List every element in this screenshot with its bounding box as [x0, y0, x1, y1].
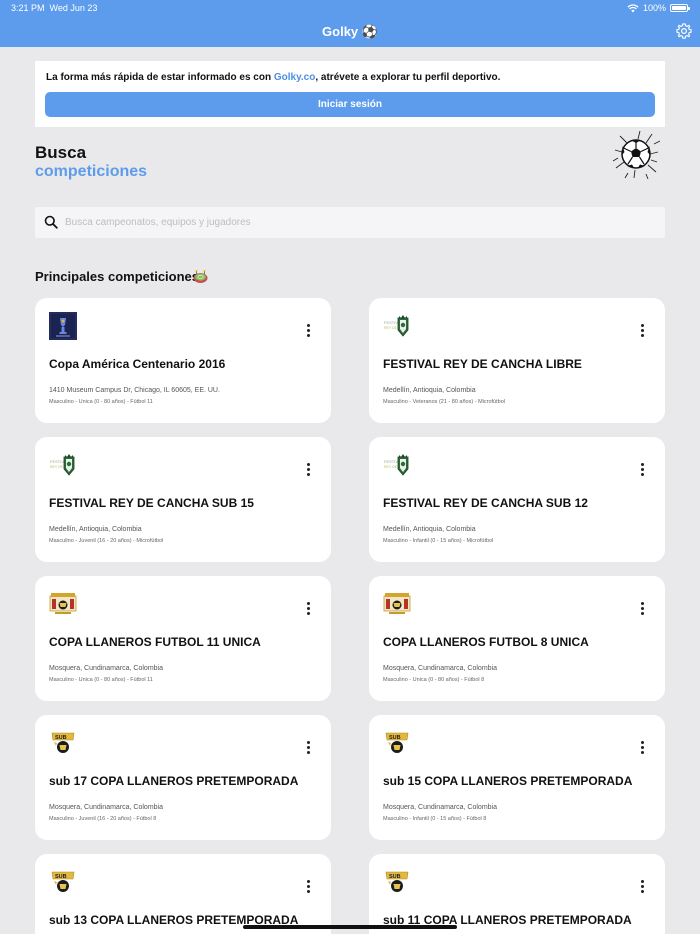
competition-title: Copa América Centenario 2016	[49, 357, 226, 371]
llaneros-sub-logo: SUB	[49, 729, 77, 757]
login-text-suffix: , atrévete a explorar tu perfil deportiv…	[315, 72, 501, 83]
competition-card[interactable]: FESTIVAL REY DE FESTIVAL REY DE CANCHA LIB…	[369, 298, 665, 423]
competition-title: FESTIVAL REY DE CANCHA LIBRE	[383, 357, 582, 371]
status-time: 3:21 PM Wed Jun 23	[11, 3, 97, 13]
app-title: Golky ⚽	[322, 24, 378, 39]
competition-card[interactable]: SUB sub 17 COPA LLANEROS PRETEMPORADA Mosq…	[35, 715, 331, 840]
competition-card[interactable]: COPA LLANEROS FUTBOL 8 UNICA Mosquera, Cu…	[369, 576, 665, 701]
battery-icon	[670, 4, 690, 12]
copa-america-logo	[49, 312, 77, 340]
svg-text:REY DE: REY DE	[384, 465, 398, 469]
more-options-icon[interactable]	[307, 741, 311, 755]
svg-text:SUB: SUB	[389, 735, 401, 741]
hero-title: Busca	[35, 143, 87, 162]
competition-category: Masculino - Unica (0 - 80 años) - Fútbol…	[49, 399, 153, 405]
competition-location: Medellín, Antioquia, Colombia	[383, 526, 476, 533]
more-options-icon[interactable]	[307, 463, 311, 477]
competition-title: FESTIVAL REY DE CANCHA SUB 12	[383, 496, 588, 510]
competition-category: Masculino - Juvenil (16 - 20 años) - Mic…	[49, 538, 164, 544]
more-options-icon[interactable]	[641, 463, 645, 477]
competition-location: 1410 Museum Campus Dr, Chicago, IL 60605…	[49, 387, 220, 394]
more-options-icon[interactable]	[307, 324, 311, 338]
competition-card[interactable]: SUB sub 11 COPA LLANEROS PRETEMPORADA	[369, 854, 665, 934]
competition-title: COPA LLANEROS FUTBOL 11 UNICA	[49, 635, 261, 649]
competition-card[interactable]: COPA LLANEROS FUTBOL 11 UNICA Mosquera, C…	[35, 576, 331, 701]
login-button[interactable]: Iniciar sesión	[45, 92, 655, 117]
home-indicator[interactable]	[243, 925, 457, 929]
search-input[interactable]	[65, 207, 655, 238]
search-bar	[35, 207, 665, 238]
section-title: Principales competiciones	[35, 269, 200, 284]
competition-location: Mosquera, Cundinamarca, Colombia	[383, 804, 497, 811]
status-date-text: Wed Jun 23	[49, 3, 98, 13]
competition-title: COPA LLANEROS FUTBOL 8 UNICA	[383, 635, 589, 649]
competition-category: Masculino - Unica (0 - 80 años) - Fútbol…	[383, 677, 485, 683]
competition-category: Masculino - Juvenil (16 - 20 años) - Fút…	[49, 816, 157, 822]
svg-text:REY DE: REY DE	[384, 326, 398, 330]
rey-de-cancha-logo: FESTIVAL REY DE	[383, 312, 411, 340]
rey-de-cancha-logo: FESTIVAL REY DE	[49, 451, 77, 479]
llaneros-sub-logo: SUB	[383, 868, 411, 896]
svg-text:REY DE: REY DE	[50, 465, 64, 469]
more-options-icon[interactable]	[641, 880, 645, 894]
competition-location: Mosquera, Cundinamarca, Colombia	[49, 665, 163, 672]
competition-title: FESTIVAL REY DE CANCHA SUB 15	[49, 496, 254, 510]
svg-text:SUB: SUB	[389, 874, 401, 880]
competition-category: Masculino - Unica (0 - 80 años) - Fútbol…	[49, 677, 153, 683]
competition-card[interactable]: FESTIVAL REY DE FESTIVAL REY DE CANCHA SUB…	[369, 437, 665, 562]
login-message: La forma más rápida de estar informado e…	[46, 72, 500, 83]
competition-card[interactable]: SUB sub 13 COPA LLANEROS PRETEMPORADA	[35, 854, 331, 934]
competition-card[interactable]: FESTIVAL REY DE FESTIVAL REY DE CANCHA SUB…	[35, 437, 331, 562]
hero-subtitle: competiciones	[35, 163, 148, 180]
rey-de-cancha-logo: FESTIVAL REY DE	[383, 451, 411, 479]
competition-location: Medellín, Antioquia, Colombia	[383, 387, 476, 394]
competition-category: Masculino - Veteranos (21 - 80 años) - M…	[383, 399, 505, 405]
llaneros-logo	[383, 590, 411, 618]
svg-text:SUB: SUB	[55, 735, 67, 741]
brand-link[interactable]: Golky.co	[274, 72, 316, 83]
llaneros-logo	[49, 590, 77, 618]
llaneros-sub-logo: SUB	[49, 868, 77, 896]
stadium-icon	[193, 270, 208, 283]
more-options-icon[interactable]	[641, 602, 645, 616]
competition-card[interactable]: SUB sub 15 COPA LLANEROS PRETEMPORADA Mosq…	[369, 715, 665, 840]
search-icon	[44, 215, 58, 229]
wifi-icon	[627, 3, 639, 12]
competition-category: Masculino - Infantil (0 - 15 años) - Fút…	[383, 816, 487, 822]
competition-location: Mosquera, Cundinamarca, Colombia	[383, 665, 497, 672]
more-options-icon[interactable]	[641, 741, 645, 755]
login-banner: La forma más rápida de estar informado e…	[35, 61, 665, 127]
login-text-prefix: La forma más rápida de estar informado e…	[46, 72, 274, 83]
llaneros-sub-logo: SUB	[383, 729, 411, 757]
competition-location: Medellín, Antioquia, Colombia	[49, 526, 142, 533]
status-time-text: 3:21 PM	[11, 3, 45, 13]
more-options-icon[interactable]	[307, 880, 311, 894]
status-indicators: 100%	[627, 3, 690, 13]
competition-card[interactable]: Copa América Centenario 2016 1410 Museum …	[35, 298, 331, 423]
competition-title: sub 17 COPA LLANEROS PRETEMPORADA	[49, 774, 299, 788]
gear-icon[interactable]	[675, 22, 693, 40]
competition-title: sub 15 COPA LLANEROS PRETEMPORADA	[383, 774, 633, 788]
soccer-ball-icon	[612, 130, 661, 180]
battery-percent: 100%	[642, 3, 666, 13]
more-options-icon[interactable]	[307, 602, 311, 616]
competition-category: Masculino - Infantil (0 - 15 años) - Mic…	[383, 538, 494, 544]
top-bar: 3:21 PM Wed Jun 23 100% Golky ⚽	[0, 0, 700, 47]
svg-text:SUB: SUB	[55, 874, 67, 880]
competition-location: Mosquera, Cundinamarca, Colombia	[49, 804, 163, 811]
more-options-icon[interactable]	[641, 324, 645, 338]
